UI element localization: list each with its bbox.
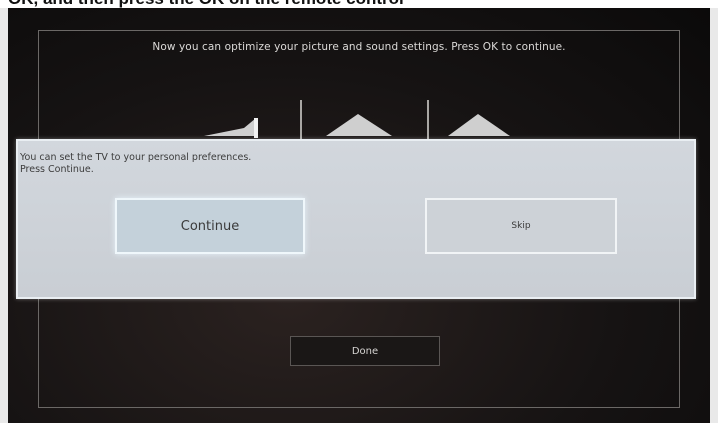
divider [427, 100, 429, 140]
done-button[interactable]: Done [290, 336, 440, 366]
skip-button[interactable]: Skip [425, 198, 617, 254]
continue-button[interactable]: Continue [115, 198, 305, 254]
setting-illustrations [204, 114, 510, 138]
preference-setting-icon [448, 114, 510, 136]
photo-caption: OK, and then press the OK on the remote … [0, 0, 718, 8]
dialog-message-line2: Press Continue. [20, 164, 94, 175]
dialog-message-line1: You can set the TV to your personal pref… [20, 152, 252, 163]
caption-text: OK, and then press the OK on the remote … [8, 0, 404, 8]
sound-setting-icon [326, 114, 392, 136]
preferences-dialog: You can set the TV to your personal pref… [16, 139, 696, 299]
tv-screen: Now you can optimize your picture and so… [8, 8, 710, 423]
picture-setting-icon [204, 118, 256, 136]
dialog-message: You can set the TV to your personal pref… [20, 152, 251, 176]
picture-setting-icon-edge [254, 118, 258, 138]
divider [300, 100, 302, 140]
